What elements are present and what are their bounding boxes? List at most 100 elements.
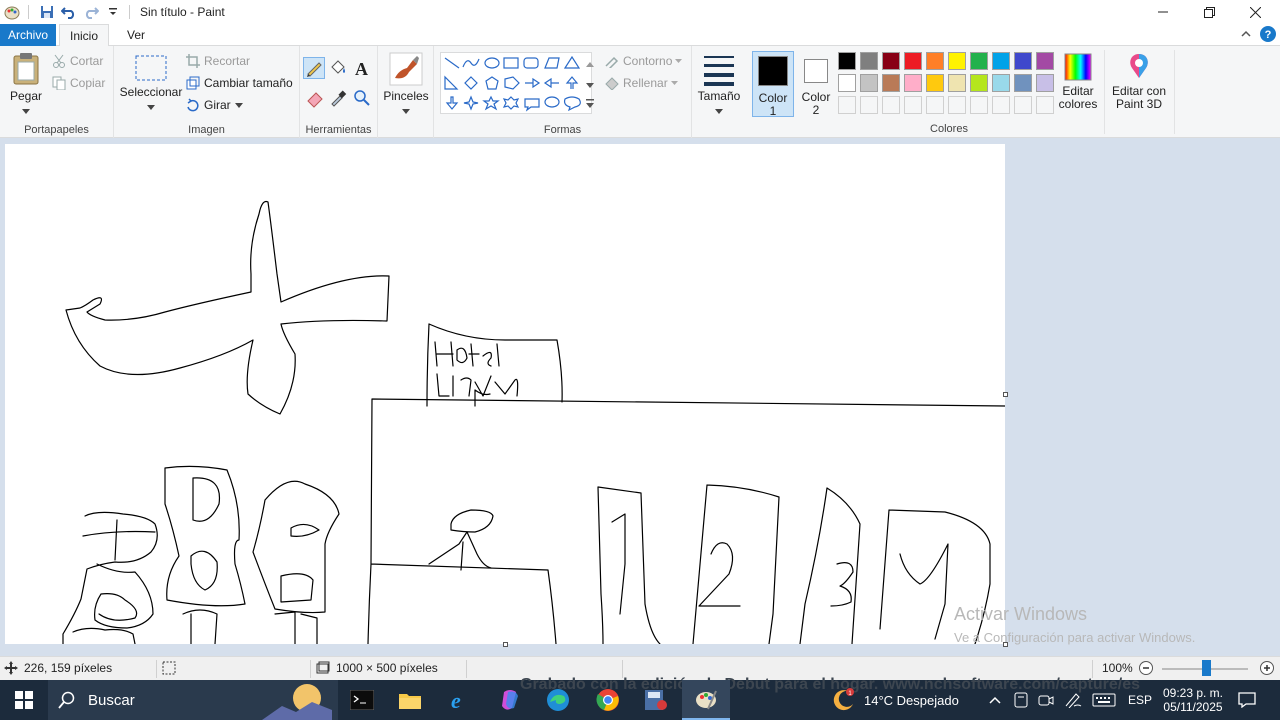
contorno-button[interactable]: Contorno xyxy=(604,54,683,68)
taskbar-search[interactable]: Buscar xyxy=(48,680,338,720)
taskbar-terminal[interactable] xyxy=(338,680,386,720)
zoom-out-button[interactable] xyxy=(1138,660,1154,676)
tamano-button[interactable]: Tamaño xyxy=(694,52,744,117)
text-tool[interactable]: A xyxy=(352,58,372,81)
zoom-in-button[interactable] xyxy=(1259,660,1275,676)
custom-color-slot[interactable] xyxy=(882,96,900,114)
tray-app-icon[interactable] xyxy=(1014,680,1028,720)
tray-keyboard-icon[interactable] xyxy=(1092,680,1116,720)
undo-icon[interactable] xyxy=(59,2,79,22)
close-button[interactable] xyxy=(1232,0,1278,24)
zoom-slider-thumb[interactable] xyxy=(1202,660,1211,676)
custom-color-slot[interactable] xyxy=(860,96,878,114)
palette-swatch[interactable] xyxy=(970,52,988,70)
girar-button[interactable]: Girar xyxy=(186,98,243,112)
color-picker-tool[interactable] xyxy=(328,88,348,111)
palette-swatch[interactable] xyxy=(1014,74,1032,92)
resize-handle-bottom[interactable] xyxy=(503,642,508,647)
fill-tool[interactable] xyxy=(328,58,348,81)
custom-color-slot[interactable] xyxy=(948,96,966,114)
tray-show-hidden-icon[interactable] xyxy=(989,680,1001,720)
shapes-expand-icon[interactable] xyxy=(586,98,594,112)
shapes-scroll-up-icon[interactable] xyxy=(586,56,594,70)
taskbar-file-explorer[interactable] xyxy=(386,680,434,720)
palette-swatch[interactable] xyxy=(904,52,922,70)
custom-color-slot[interactable] xyxy=(838,96,856,114)
cambiar-tamano-button[interactable]: Cambiar tamaño xyxy=(186,76,293,90)
tray-language[interactable]: ESP xyxy=(1128,680,1152,720)
paint-app-icon[interactable] xyxy=(2,2,22,22)
weather-moon-icon: 1 xyxy=(833,688,854,711)
editar-colores-button[interactable]: Editar colores xyxy=(1056,52,1100,111)
save-icon[interactable] xyxy=(37,2,57,22)
start-button[interactable] xyxy=(0,680,48,720)
resize-handle-right[interactable] xyxy=(1003,392,1008,397)
custom-color-slot[interactable] xyxy=(926,96,944,114)
taskbar-edge[interactable] xyxy=(534,680,582,720)
tab-ver[interactable]: Ver xyxy=(116,24,156,46)
palette-swatch[interactable] xyxy=(838,74,856,92)
palette-swatch[interactable] xyxy=(1014,52,1032,70)
custom-color-slot[interactable] xyxy=(1036,96,1054,114)
palette-swatch[interactable] xyxy=(926,74,944,92)
palette-swatch[interactable] xyxy=(882,74,900,92)
palette-swatch[interactable] xyxy=(1036,52,1054,70)
custom-color-slot[interactable] xyxy=(1014,96,1032,114)
rellenar-button[interactable]: Rellenar xyxy=(604,76,678,90)
palette-swatch[interactable] xyxy=(904,74,922,92)
color2-selector[interactable]: Color 2 xyxy=(796,51,836,117)
tab-archivo[interactable]: Archivo xyxy=(0,24,56,46)
taskbar-recording-app[interactable] xyxy=(632,680,680,720)
palette-swatch[interactable] xyxy=(1036,74,1054,92)
restore-button[interactable] xyxy=(1186,0,1232,24)
tray-camera-icon[interactable] xyxy=(1038,680,1054,720)
palette-swatch[interactable] xyxy=(948,52,966,70)
minimize-button[interactable] xyxy=(1140,0,1186,24)
color2-swatch xyxy=(804,59,828,83)
selection-icon xyxy=(135,55,167,81)
collapse-ribbon-icon[interactable] xyxy=(1240,28,1252,43)
taskbar-internet-explorer[interactable]: e xyxy=(436,680,484,720)
custom-color-slot[interactable] xyxy=(904,96,922,114)
shapes-gallery[interactable] xyxy=(440,52,592,114)
drawing-canvas[interactable] xyxy=(5,144,1006,645)
color1-selector[interactable]: Color 1 xyxy=(752,51,794,118)
editar-paint3d-button[interactable]: Editar con Paint 3D xyxy=(1108,52,1170,111)
taskbar-chrome[interactable] xyxy=(584,680,632,720)
seleccionar-button[interactable]: Seleccionar xyxy=(118,54,184,113)
weather-widget[interactable]: 1 14°C Despejado xyxy=(832,680,959,720)
tray-pen-icon[interactable] xyxy=(1064,680,1082,720)
palette-swatch[interactable] xyxy=(882,52,900,70)
pegar-button[interactable]: Pegar xyxy=(6,52,46,117)
search-icon xyxy=(58,691,75,709)
redo-icon[interactable] xyxy=(81,2,101,22)
help-icon[interactable]: ? xyxy=(1260,26,1276,45)
custom-color-slot[interactable] xyxy=(970,96,988,114)
palette-swatch[interactable] xyxy=(926,52,944,70)
palette-swatch[interactable] xyxy=(992,52,1010,70)
pinceles-button[interactable]: Pinceles xyxy=(382,52,430,117)
palette-swatch[interactable] xyxy=(838,52,856,70)
ribbon-tabs: Archivo Inicio Ver ? xyxy=(0,24,1280,47)
palette-swatch[interactable] xyxy=(992,74,1010,92)
taskbar-paint[interactable] xyxy=(682,680,730,720)
eraser-tool[interactable] xyxy=(305,88,325,111)
copiar-button[interactable]: Copiar xyxy=(52,76,105,90)
palette-swatch[interactable] xyxy=(860,52,878,70)
palette-swatch[interactable] xyxy=(860,74,878,92)
separator xyxy=(129,5,130,19)
palette-swatch[interactable] xyxy=(970,74,988,92)
notifications-icon[interactable] xyxy=(1238,680,1256,720)
tray-clock[interactable]: 09:23 p. m. 05/11/2025 xyxy=(1160,680,1226,720)
taskbar-copilot[interactable] xyxy=(486,680,534,720)
zoom-level: 100% xyxy=(1102,661,1133,675)
recortar-button[interactable]: Recortar xyxy=(186,54,250,68)
cortar-button[interactable]: Cortar xyxy=(52,54,103,68)
tab-inicio[interactable]: Inicio xyxy=(59,24,109,47)
shapes-scroll-down-icon[interactable] xyxy=(586,78,594,92)
pencil-tool[interactable] xyxy=(303,57,325,79)
magnifier-tool[interactable] xyxy=(352,88,372,111)
custom-color-slot[interactable] xyxy=(992,96,1010,114)
customize-quick-access-icon[interactable] xyxy=(103,2,123,22)
palette-swatch[interactable] xyxy=(948,74,966,92)
